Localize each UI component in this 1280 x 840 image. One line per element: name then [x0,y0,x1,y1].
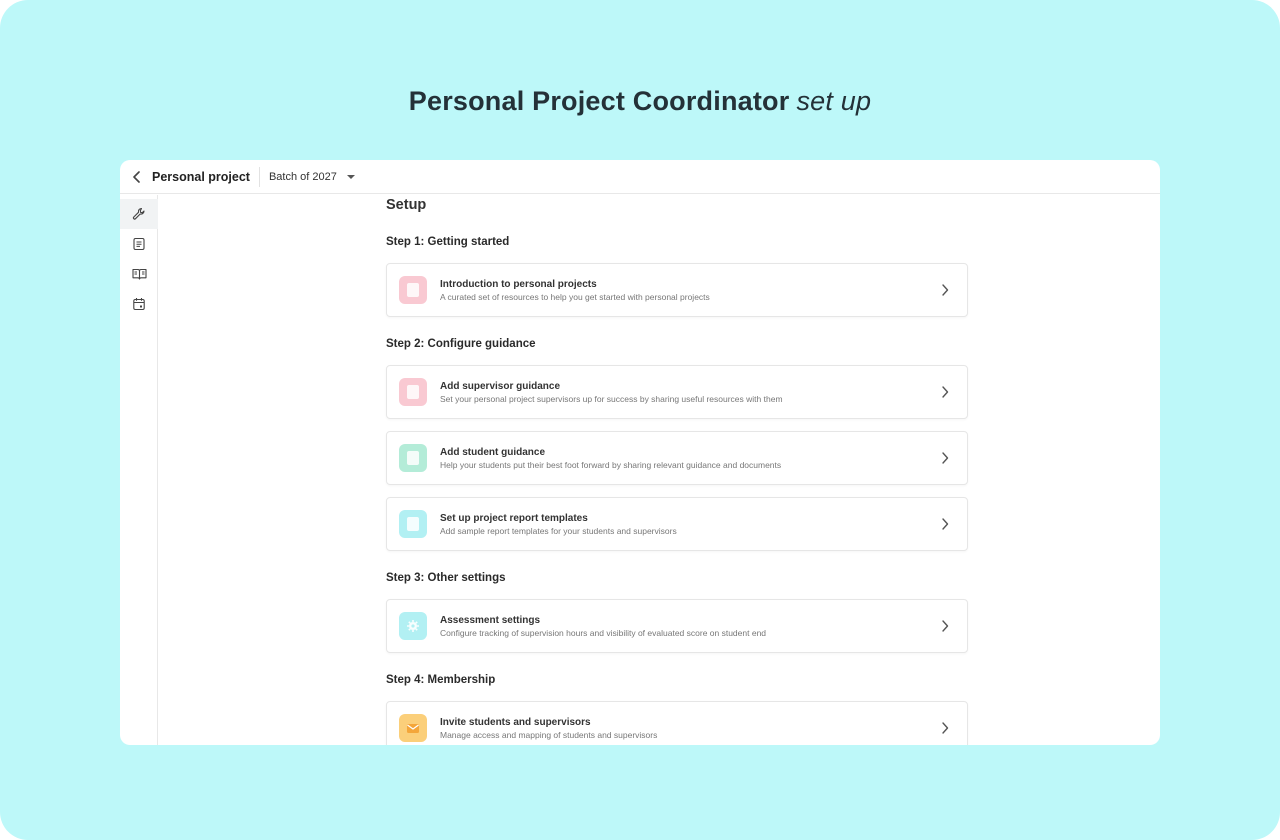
chevron-left-icon [133,170,140,183]
setup-card-supervisor-guidance[interactable]: Add supervisor guidance Set your persona… [386,365,968,419]
wrench-icon [132,207,145,220]
setup-card-introduction[interactable]: Introduction to personal projects A cura… [386,263,968,317]
chevron-right-icon [942,452,949,464]
setup-card-report-templates[interactable]: Set up project report templates Add samp… [386,497,968,551]
headline-strong: Personal Project Coordinator [408,86,790,116]
teal-document-icon [399,444,427,472]
card-title: Invite students and supervisors [440,717,591,728]
card-description: Set your personal project supervisors up… [440,394,783,404]
sidebar-item-setup[interactable] [120,199,158,229]
card-title: Add student guidance [440,447,545,458]
sidebar-item-guidance[interactable] [120,259,158,289]
headline: Personal Project Coordinator set up [0,86,1280,117]
card-title: Set up project report templates [440,513,588,524]
setup-card-assessment-settings[interactable]: Assessment settings Configure tracking o… [386,599,968,653]
card-description: A curated set of resources to help you g… [440,292,710,302]
sidebar-item-calendar[interactable] [120,289,158,319]
card-description: Add sample report templates for your stu… [440,526,677,536]
card-description: Help your students put their best foot f… [440,460,782,470]
chevron-right-icon [942,620,949,632]
book-icon [131,268,147,280]
headline-soft: set up [796,86,872,116]
caret-down-icon [346,174,355,179]
card-title: Add supervisor guidance [440,381,561,392]
pink-document-icon [399,378,427,406]
back-button[interactable] [124,164,150,190]
chevron-right-icon [942,284,949,296]
page-title: Setup [386,197,427,213]
gear-glyph-icon [407,620,419,632]
card-description: Manage access and mapping of students an… [440,730,658,740]
chevron-right-icon [942,386,949,398]
sidebar [120,195,158,745]
step-title: Step 1: Getting started [386,236,510,248]
batch-dropdown[interactable]: Batch of 2027 [269,171,355,183]
sidebar-item-documents[interactable] [120,229,158,259]
batch-label: Batch of 2027 [268,170,337,183]
chevron-right-icon [942,518,949,530]
step-title: Step 3: Other settings [386,572,506,584]
gear-icon [399,612,427,640]
app-window: Personal project Batch of 2027 Setup Ste… [120,160,1160,745]
setup-card-invite-members[interactable]: Invite students and supervisors Manage a… [386,701,968,745]
card-title: Introduction to personal projects [440,279,597,290]
calendar-icon [133,298,145,311]
cyan-document-icon [399,510,427,538]
chevron-right-icon [942,722,949,734]
divider [258,166,260,187]
step-title: Step 4: Membership [386,674,496,686]
pink-document-icon [399,276,427,304]
top-bar: Personal project Batch of 2027 [120,160,1160,194]
card-description: Configure tracking of supervision hours … [440,628,767,638]
step-title: Step 2: Configure guidance [386,338,536,350]
envelope-icon [399,714,427,742]
app-title: Personal project [152,169,250,184]
card-title: Assessment settings [440,615,541,626]
setup-card-student-guidance[interactable]: Add student guidance Help your students … [386,431,968,485]
envelope-glyph-icon [407,724,419,733]
document-list-icon [133,237,145,251]
